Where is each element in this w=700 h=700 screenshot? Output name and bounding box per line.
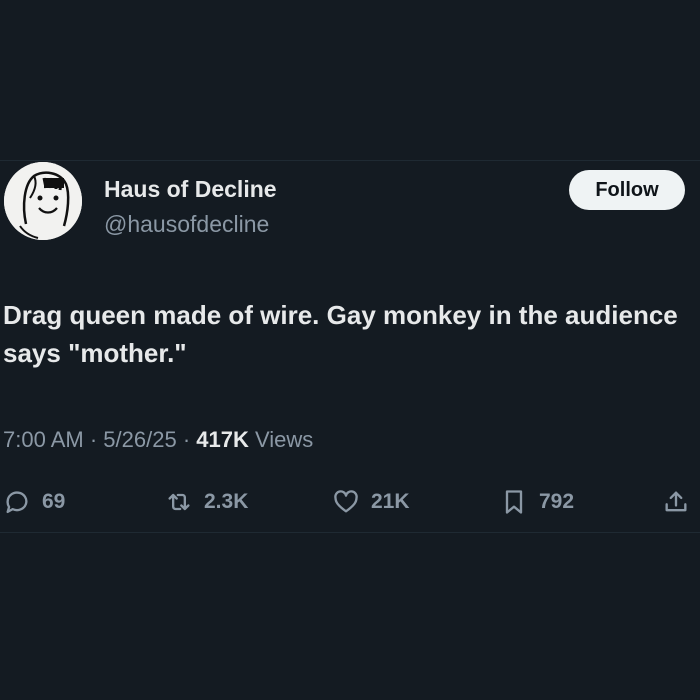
- repost-count: 2.3K: [204, 490, 249, 513]
- reply-icon: [6, 491, 28, 514]
- like-button[interactable]: 21K: [332, 485, 410, 519]
- like-icon: [334, 490, 358, 513]
- post-time[interactable]: 7:00 AM: [3, 427, 84, 452]
- avatar-image: [4, 162, 82, 240]
- separator: ·: [89, 427, 104, 452]
- share-icon: [665, 491, 687, 512]
- post-meta: 7:00 AM · 5/26/25 · 417K Views: [3, 427, 313, 453]
- repost-icon: [168, 493, 190, 511]
- follow-button[interactable]: Follow: [569, 170, 685, 210]
- separator: ·: [182, 427, 197, 452]
- bookmark-count: 792: [539, 490, 575, 513]
- reply-button[interactable]: 69: [3, 485, 65, 519]
- share-button[interactable]: [662, 485, 690, 519]
- reply-count: 69: [42, 490, 66, 513]
- post: Haus of Decline @hausofdecline Follow Dr…: [0, 0, 700, 700]
- repost-button[interactable]: 2.3K: [165, 485, 248, 519]
- like-count: 21K: [371, 490, 410, 513]
- avatar[interactable]: [4, 162, 82, 240]
- views-count: 417K: [196, 427, 249, 452]
- post-text: Drag queen made of wire. Gay monkey in t…: [3, 300, 678, 368]
- bookmark-icon: [505, 490, 523, 514]
- divider: [0, 532, 700, 533]
- display-name[interactable]: Haus of Decline: [104, 176, 277, 203]
- post-date[interactable]: 5/26/25: [103, 427, 176, 452]
- divider: [0, 160, 700, 161]
- bookmark-button[interactable]: 792: [500, 485, 574, 519]
- handle[interactable]: @hausofdecline: [104, 211, 269, 238]
- views-label: Views: [255, 427, 314, 452]
